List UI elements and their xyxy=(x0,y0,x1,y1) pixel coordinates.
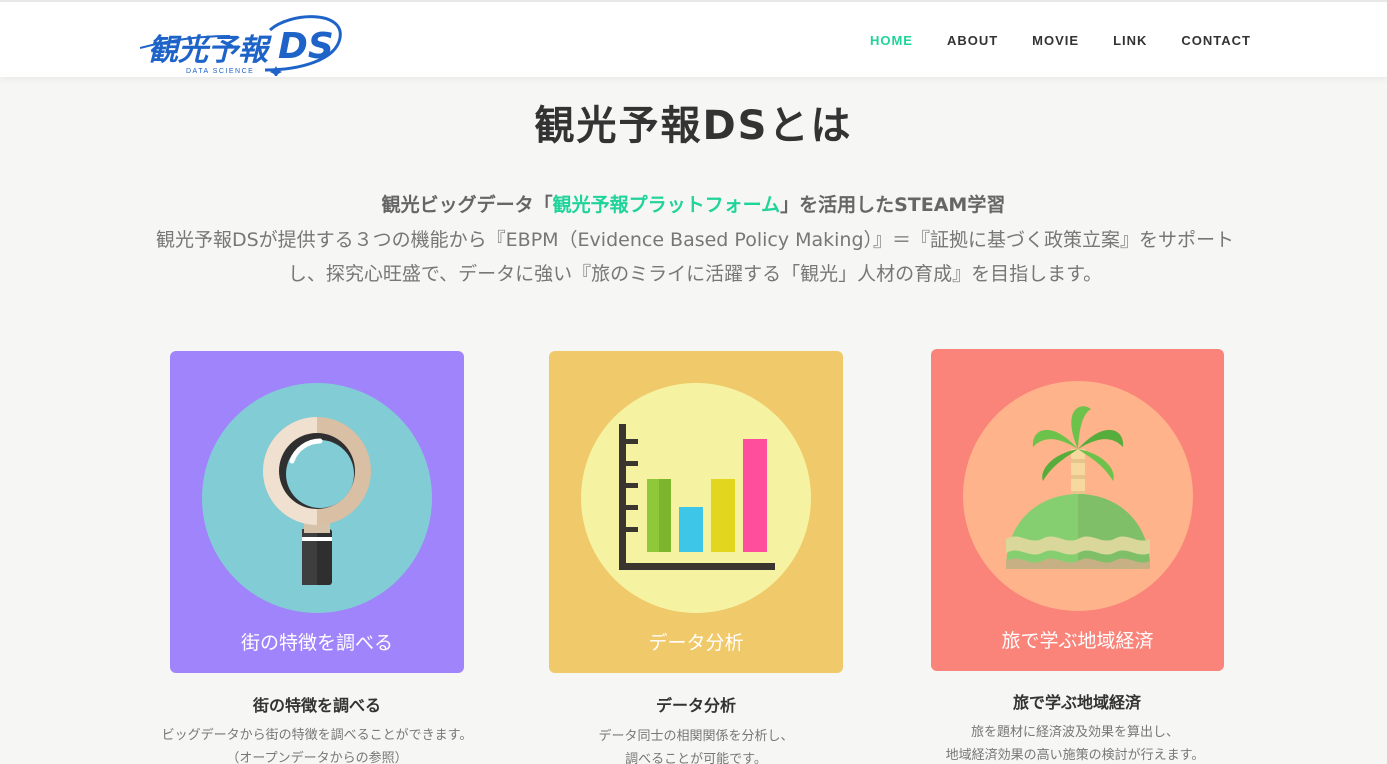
svg-text:DATA SCIENCE: DATA SCIENCE xyxy=(186,68,254,75)
svg-text:観光予報: 観光予報 xyxy=(148,33,272,68)
lead-highlight: 観光予報プラットフォーム xyxy=(552,194,781,216)
lead-prefix: 観光ビッグデータ「 xyxy=(381,194,553,216)
lead-suffix: 」を活用したSTEAM学習 xyxy=(780,194,1006,216)
feature-card-analysis[interactable]: データ分析 xyxy=(549,351,843,673)
palm-island-icon xyxy=(1006,406,1150,569)
feature-desc-line2: 調べることが可能です。 xyxy=(625,752,767,764)
site-header: 観光予報 DS DATA SCIENCE HOME ABOUT MOVIE LI… xyxy=(0,0,1387,78)
nav-link[interactable]: LINK xyxy=(1113,33,1147,48)
card-overlay-label: 旅で学ぶ地域経済 xyxy=(1001,630,1154,652)
card-overlay-label: データ分析 xyxy=(648,632,744,654)
main-nav: HOME ABOUT MOVIE LINK CONTACT xyxy=(870,33,1251,48)
card-overlay-label: 街の特徴を調べる xyxy=(240,632,393,654)
nav-contact[interactable]: CONTACT xyxy=(1181,33,1251,48)
intro-body: 観光予報DSが提供する３つの機能から『EBPM（Evidence Based P… xyxy=(155,229,1235,285)
magnifier-icon xyxy=(263,417,371,585)
feature-desc-line2: 地域経済効果の高い施策の検討が行えます。 xyxy=(945,748,1205,763)
svg-text:DS: DS xyxy=(278,26,334,67)
nav-movie[interactable]: MOVIE xyxy=(1032,33,1079,48)
feature-title: 旅で学ぶ地域経済 xyxy=(1012,693,1141,712)
feature-desc-line2: （オープンデータからの参照） xyxy=(226,751,408,764)
nav-about[interactable]: ABOUT xyxy=(947,33,998,48)
page-title: 観光予報DSとは xyxy=(534,103,853,149)
feature-card-city[interactable]: 街の特徴を調べる xyxy=(170,351,464,673)
feature-card-economy[interactable]: 旅で学ぶ地域経済 xyxy=(931,349,1224,671)
logo[interactable]: 観光予報 DS DATA SCIENCE xyxy=(139,10,345,78)
nav-home[interactable]: HOME xyxy=(870,33,913,48)
feature-title: データ分析 xyxy=(655,696,736,715)
intro-lead: 観光ビッグデータ「観光予報プラットフォーム」を活用したSTEAM学習 xyxy=(0,190,1387,217)
feature-desc-line1: データ同士の相関関係を分析し、 xyxy=(598,729,794,744)
feature-title: 街の特徴を調べる xyxy=(252,696,381,715)
logo-graphic: 観光予報 DS DATA SCIENCE xyxy=(139,15,342,78)
feature-desc-line1: ビッグデータから街の特徴を調べることができます。 xyxy=(161,728,473,743)
bar-chart-icon xyxy=(619,424,775,570)
feature-desc-line1: 旅を題材に経済波及効果を算出し、 xyxy=(970,725,1179,740)
